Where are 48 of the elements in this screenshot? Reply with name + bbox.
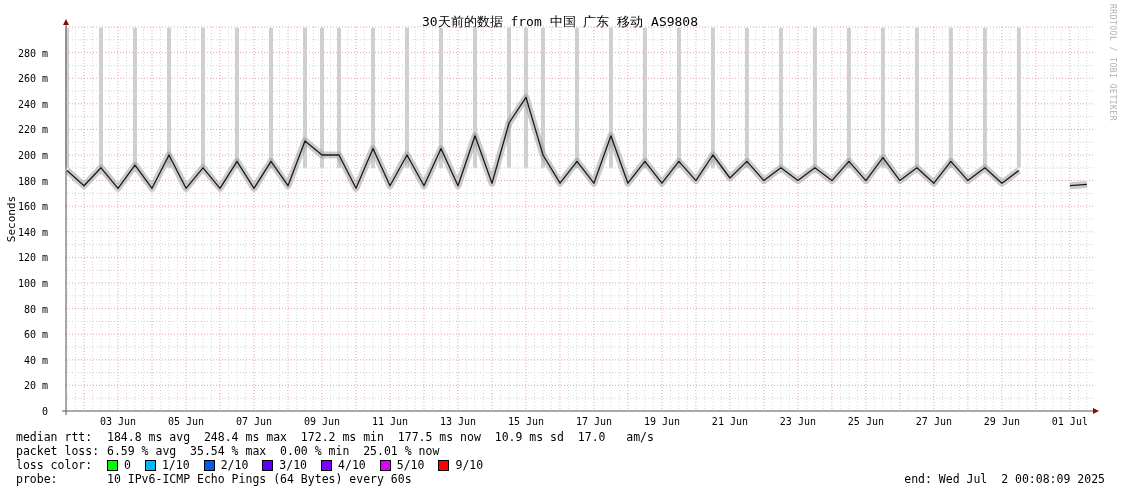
legend-label: packet loss:: [16, 444, 101, 458]
y-tick-label: 140 m: [17, 226, 48, 238]
y-tick-label: 220 m: [17, 124, 48, 136]
swatch-label: 0: [124, 458, 131, 472]
x-tick-label: 13 Jun: [439, 416, 477, 427]
y-tick-label: 240 m: [17, 98, 48, 110]
y-tick-label: 20 m: [23, 380, 48, 392]
x-tick-label: 01 Jul: [1051, 416, 1088, 427]
swatch-label: 3/10: [279, 458, 308, 472]
x-tick-label: 17 Jun: [575, 416, 612, 427]
x-tick-label: 19 Jun: [643, 416, 680, 427]
legend-values: 184.8 ms avg 248.4 ms max 172.2 ms min 177.5 ms now 10.9 ms sd 17.0 am/s: [107, 430, 654, 444]
y-tick-label: 60 m: [23, 329, 48, 341]
y-tick-label: 100 m: [17, 278, 48, 289]
x-tick-label: 27 Jun: [915, 416, 952, 427]
legend-label: loss color:: [16, 458, 94, 472]
credit-text: RRDTOOL / TOBI OETIKER: [1108, 4, 1117, 121]
swatch-label: 5/10: [396, 458, 425, 472]
y-tick-label: 260 m: [17, 73, 48, 85]
probe-text: 10 IPv6-ICMP Echo Pings (64 Bytes) every 60s: [107, 472, 412, 486]
x-tick-label: 11 Jun: [371, 416, 409, 427]
legend-label: probe:: [16, 472, 59, 486]
y-tick-label: 120 m: [17, 252, 48, 264]
x-tick-label: 05 Jun: [167, 416, 205, 427]
y-axis-label: Seconds: [5, 195, 18, 243]
x-tick-label: 03 Jun: [99, 416, 137, 427]
y-tick-label: 160 m: [17, 201, 48, 213]
y-tick-label: 200 m: [17, 150, 48, 161]
x-tick-label: 15 Jun: [507, 416, 544, 427]
y-tick-label: 180 m: [17, 175, 48, 187]
x-tick-label: 25 Jun: [847, 416, 884, 427]
swatch-label: 1/10: [161, 458, 190, 472]
x-tick-label: 21 Jun: [711, 416, 748, 427]
swatch-label: 9/10: [455, 458, 484, 472]
legend-label: median rtt:: [16, 430, 94, 444]
end-time: end: Wed Jul 2 00:08:09 2025: [904, 472, 1105, 486]
x-tick-label: 23 Jun: [779, 416, 816, 427]
y-tick-label: 40 m: [23, 354, 48, 366]
y-tick-label: 80 m: [23, 303, 48, 315]
swatch-label: 4/10: [338, 458, 366, 472]
y-tick-label: 280 m: [17, 47, 48, 59]
x-tick-label: 09 Jun: [303, 416, 341, 427]
y-tick-label: 0: [41, 406, 48, 417]
x-tick-label: 07 Jun: [235, 416, 273, 427]
legend-values: 6.59 % avg 35.54 % max 0.00 % min 25.01 % now: [107, 444, 440, 458]
swatch-label: 2/10: [220, 458, 249, 472]
chart-title: 30天前的数据 from 中国 广东 移动 AS9808: [421, 14, 699, 29]
x-tick-label: 29 Jun: [983, 416, 1020, 427]
